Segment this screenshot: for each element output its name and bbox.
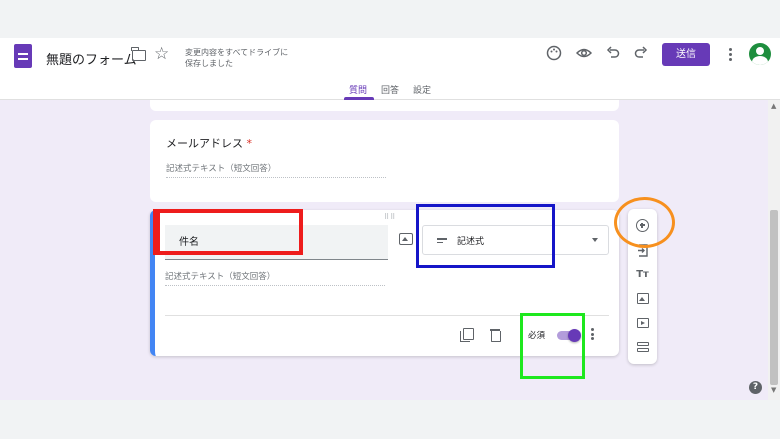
tab-responses[interactable]: 回答 bbox=[381, 83, 399, 96]
forms-logo-icon[interactable] bbox=[14, 44, 32, 68]
bottom-strip bbox=[0, 400, 780, 439]
card-divider bbox=[165, 315, 609, 316]
question-type-select[interactable]: 記述式 bbox=[422, 225, 609, 255]
scroll-thumb[interactable] bbox=[770, 210, 778, 385]
question-title: メールアドレス * bbox=[166, 135, 252, 151]
add-image-tool-icon[interactable] bbox=[637, 293, 649, 304]
form-tabs: 質問 回答 設定 bbox=[0, 83, 780, 100]
import-questions-icon[interactable] bbox=[635, 244, 650, 259]
preview-icon[interactable] bbox=[575, 45, 593, 63]
save-status: 変更内容をすべてドライブに保存しました bbox=[185, 48, 289, 68]
add-section-icon[interactable] bbox=[637, 342, 649, 353]
question-card-active[interactable]: ⠿⠿ 件名 記述式 記述式テキスト（短文回答） 必須 bbox=[150, 210, 619, 356]
browser-top-strip bbox=[0, 0, 780, 38]
drag-handle-icon[interactable]: ⠿⠿ bbox=[384, 213, 396, 221]
required-toggle[interactable] bbox=[557, 329, 581, 342]
scroll-down-icon[interactable]: ▼ bbox=[771, 386, 776, 394]
tab-settings[interactable]: 設定 bbox=[413, 83, 431, 96]
required-label: 必須 bbox=[528, 331, 546, 341]
previous-card-bottom bbox=[150, 100, 619, 111]
redo-icon[interactable] bbox=[632, 45, 650, 63]
question-title-input[interactable]: 件名 bbox=[165, 225, 388, 260]
side-toolbar: Tт bbox=[628, 209, 657, 364]
short-answer-placeholder: 記述式テキスト（短文回答） bbox=[166, 162, 386, 178]
required-asterisk: * bbox=[246, 137, 253, 150]
short-answer-placeholder: 記述式テキスト（短文回答） bbox=[165, 270, 385, 286]
short-text-icon bbox=[437, 238, 447, 244]
add-video-icon[interactable] bbox=[637, 318, 649, 328]
undo-icon[interactable] bbox=[604, 45, 622, 63]
send-button[interactable]: 送信 bbox=[662, 43, 710, 66]
question-card-email[interactable]: メールアドレス * 記述式テキスト（短文回答） bbox=[150, 120, 619, 202]
question-title-text: メールアドレス bbox=[166, 137, 243, 150]
star-icon[interactable]: ☆ bbox=[154, 44, 169, 64]
toggle-knob bbox=[568, 329, 581, 342]
help-icon[interactable]: ? bbox=[749, 381, 762, 394]
dropdown-arrow-icon bbox=[592, 238, 598, 242]
form-header: 無題のフォーム ☆ 変更内容をすべてドライブに保存しました 送信 質問 回答 設… bbox=[0, 38, 780, 100]
delete-icon[interactable] bbox=[490, 328, 501, 342]
form-title[interactable]: 無題のフォーム bbox=[46, 49, 137, 68]
more-vert-icon[interactable] bbox=[724, 46, 736, 64]
avatar[interactable] bbox=[749, 43, 771, 65]
duplicate-icon[interactable] bbox=[460, 328, 474, 342]
tab-questions[interactable]: 質問 bbox=[349, 83, 367, 96]
question-type-label: 記述式 bbox=[457, 237, 485, 247]
scroll-up-icon[interactable]: ▲ bbox=[771, 102, 776, 110]
folder-icon[interactable] bbox=[131, 47, 146, 61]
card-more-icon[interactable] bbox=[591, 328, 595, 342]
scrollbar[interactable]: ▲ ▼ bbox=[768, 100, 780, 400]
palette-icon[interactable] bbox=[545, 45, 563, 63]
add-question-icon[interactable] bbox=[636, 219, 649, 232]
add-title-icon[interactable]: Tт bbox=[635, 267, 650, 282]
add-image-icon[interactable] bbox=[399, 233, 413, 245]
